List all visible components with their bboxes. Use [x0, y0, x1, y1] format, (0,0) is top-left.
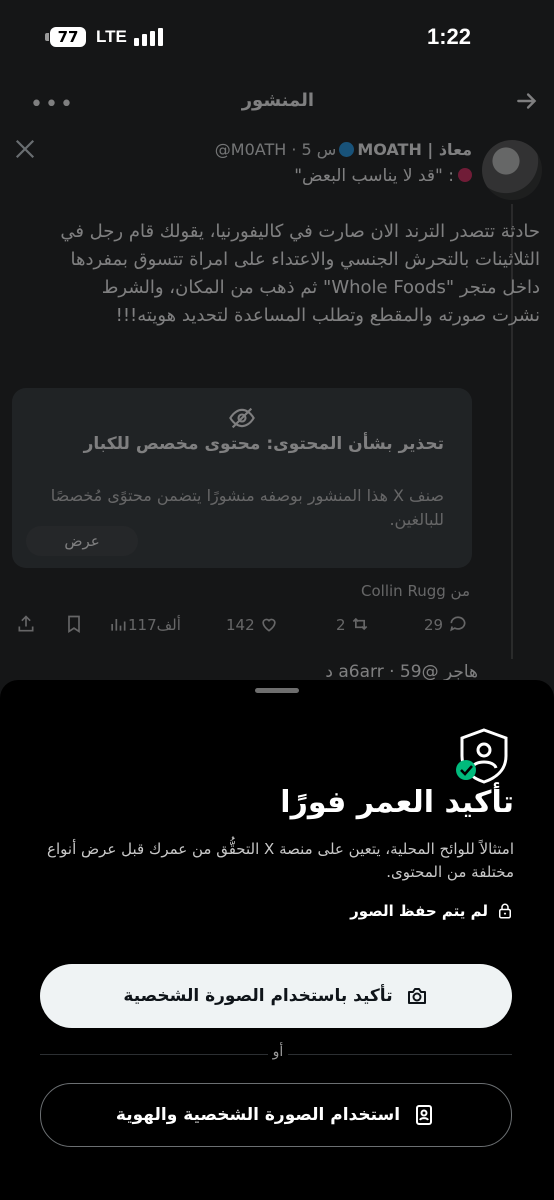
verify-with-selfie-button[interactable]: تأكيد باستخدام الصورة الشخصية: [40, 964, 512, 1028]
repost-icon: [353, 617, 368, 631]
content-warning-card: تحذير بشأن المحتوى: محتوى مخصص للكبار صن…: [12, 388, 472, 568]
back-arrow-icon[interactable]: [514, 88, 540, 114]
like-button[interactable]: 142: [226, 614, 279, 634]
post-actions: 117ألف 142 2 29: [0, 610, 480, 642]
author-handle-time: @M0ATH · 5 س: [214, 140, 337, 159]
battery-indicator: 77: [50, 27, 86, 47]
share-icon[interactable]: [16, 614, 36, 634]
red-circle-icon: [458, 168, 472, 182]
reply-icon: [449, 616, 466, 632]
privacy-note: لم يتم حفظ الصور: [350, 902, 514, 920]
source-attribution[interactable]: من Collin Rugg: [361, 582, 470, 600]
bar-chart-icon: [111, 619, 126, 631]
age-verification-sheet: تأكيد العمر فورًا امتثالاً للوائح المحلي…: [0, 680, 554, 1200]
shield-person-check-icon: [456, 728, 508, 784]
views-button[interactable]: 117ألف: [108, 614, 181, 634]
signal-bars-icon: [134, 28, 164, 46]
warning-description: صنف X هذا المنشور بوصفه منشورًا يتضمن مح…: [50, 486, 444, 529]
sheet-title: تأكيد العمر فورًا: [280, 785, 514, 820]
verify-with-selfie-and-id-button[interactable]: استخدام الصورة الشخصية والهوية: [40, 1083, 512, 1147]
clock: 1:22: [427, 24, 472, 49]
reply-button[interactable]: 29: [424, 614, 468, 634]
author-line[interactable]: معاذ | MOATH @M0ATH · 5 س: [215, 140, 472, 159]
warning-title: تحذير بشأن المحتوى: محتوى مخصص للكبار: [83, 434, 444, 454]
heart-icon: [262, 618, 277, 632]
post-body: حادثة تتصدر الترند الان صارت في كاليفورن…: [60, 221, 540, 326]
bookmark-icon[interactable]: [64, 614, 84, 634]
status-bar: 77 LTE 1:22: [0, 0, 554, 80]
next-post-peek[interactable]: هاجر @a6arr · 59 د: [325, 662, 478, 682]
avatar[interactable]: [482, 140, 542, 200]
or-label: أو: [268, 1044, 288, 1060]
network-label: LTE: [96, 27, 127, 46]
battery-tip: [45, 33, 49, 41]
eye-slash-icon: [229, 407, 255, 429]
show-content-button[interactable]: عرض: [26, 526, 138, 556]
page-title: المنشور: [241, 90, 314, 111]
camera-icon: [407, 988, 426, 1004]
verified-badge-icon: [339, 142, 355, 157]
x-logo-icon: [15, 139, 35, 159]
id-card-icon: [416, 1105, 433, 1125]
post-detail: ••• المنشور معاذ | MOATH @M0ATH · 5 س : "…: [0, 80, 554, 682]
lock-icon: [499, 903, 511, 919]
post-quote: : "قد لا يناسب البعض": [294, 166, 472, 186]
sheet-drag-handle[interactable]: [255, 688, 299, 693]
sheet-description: امتثالاً للوائح المحلية، يتعين على منصة …: [47, 840, 514, 881]
author-name[interactable]: معاذ | MOATH: [357, 140, 472, 159]
more-options-icon[interactable]: •••: [30, 92, 75, 117]
repost-button[interactable]: 2: [336, 614, 370, 634]
